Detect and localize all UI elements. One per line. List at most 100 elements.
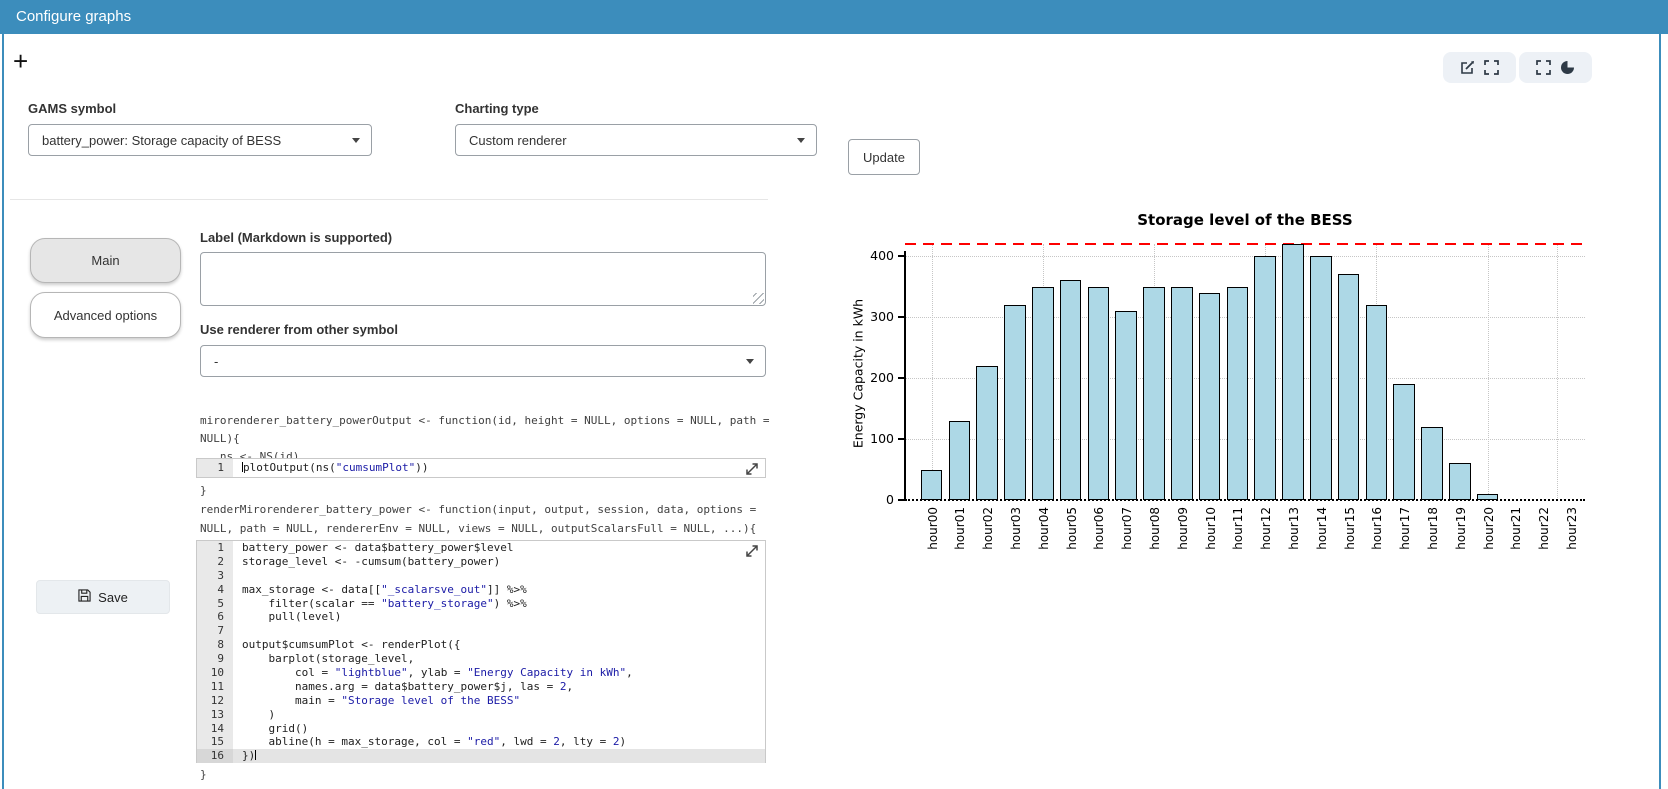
x-tick-label-hour02: hour02 bbox=[981, 507, 995, 550]
code-text[interactable]: max_storage <- data[["_scalarsve_out"]] … bbox=[233, 583, 765, 597]
line-number: 12 bbox=[197, 694, 233, 708]
bar-hour05 bbox=[1060, 280, 1082, 500]
gams-symbol-select[interactable]: battery_power: Storage capacity of BESS bbox=[28, 124, 372, 156]
code-text[interactable] bbox=[233, 624, 765, 638]
edit-fullscreen-button[interactable] bbox=[1443, 52, 1516, 83]
update-button[interactable]: Update bbox=[848, 139, 920, 175]
x-tick-label-hour00: hour00 bbox=[926, 507, 940, 550]
editor-expand-icon[interactable] bbox=[745, 544, 759, 558]
label-textarea[interactable] bbox=[200, 252, 766, 306]
render-function-signature: renderMirorenderer_battery_power <- func… bbox=[200, 500, 756, 538]
editor-expand-icon[interactable] bbox=[745, 462, 759, 476]
charting-type-select[interactable]: Custom renderer bbox=[455, 124, 817, 156]
tab-main[interactable]: Main bbox=[30, 238, 181, 283]
code-text[interactable]: col = "lightblue", ylab = "Energy Capaci… bbox=[233, 666, 765, 680]
gams-symbol-value: battery_power: Storage capacity of BESS bbox=[42, 133, 281, 148]
line-number: 8 bbox=[197, 638, 233, 652]
h-gridline bbox=[905, 256, 1585, 257]
x-tick-label-hour13: hour13 bbox=[1287, 507, 1301, 550]
x-tick-label-hour14: hour14 bbox=[1315, 507, 1329, 550]
chart-fullscreen-button[interactable] bbox=[1519, 52, 1592, 83]
bar-hour00 bbox=[921, 470, 943, 501]
renderer-symbol-select[interactable]: - bbox=[200, 345, 766, 377]
editor-line-15: 15 abline(h = max_storage, col = "red", … bbox=[197, 735, 765, 749]
bar-hour12 bbox=[1254, 256, 1276, 500]
code-line: mirorenderer_battery_powerOutput <- func… bbox=[200, 412, 770, 430]
code-text[interactable]: barplot(storage_level, bbox=[233, 652, 765, 666]
v-gridline bbox=[1488, 244, 1489, 500]
bar-hour18 bbox=[1421, 427, 1443, 500]
x-tick-label-hour05: hour05 bbox=[1065, 507, 1079, 550]
line-number: 11 bbox=[197, 680, 233, 694]
resize-grip-icon[interactable] bbox=[753, 293, 764, 304]
editor-line-16: 16}) bbox=[197, 749, 765, 763]
code-text[interactable] bbox=[233, 569, 765, 583]
code-text[interactable]: ) bbox=[233, 708, 765, 722]
code-text[interactable]: abline(h = max_storage, col = "red", lwd… bbox=[233, 735, 765, 749]
add-graph-button[interactable]: + bbox=[13, 48, 28, 74]
bar-hour08 bbox=[1143, 287, 1165, 501]
bar-hour03 bbox=[1004, 305, 1026, 500]
code-text[interactable]: }) bbox=[233, 749, 765, 763]
code-text[interactable]: battery_power <- data$battery_power$leve… bbox=[233, 541, 765, 555]
code-text[interactable]: output$cumsumPlot <- renderPlot({ bbox=[233, 638, 765, 652]
x-tick-label-hour04: hour04 bbox=[1037, 507, 1051, 550]
output-code-editor[interactable]: 1plotOutput(ns("cumsumPlot")) bbox=[196, 458, 766, 478]
code-text[interactable]: pull(level) bbox=[233, 610, 765, 624]
x-tick-label-hour09: hour09 bbox=[1176, 507, 1190, 550]
editor-line-1: 1plotOutput(ns("cumsumPlot")) bbox=[197, 459, 765, 477]
v-gridline bbox=[1557, 244, 1558, 500]
edit-icon bbox=[1460, 60, 1475, 75]
editor-line-8: 8output$cumsumPlot <- renderPlot({ bbox=[197, 638, 765, 652]
floppy-icon bbox=[78, 589, 91, 605]
x-tick-label-hour03: hour03 bbox=[1009, 507, 1023, 550]
code-text[interactable]: main = "Storage level of the BESS" bbox=[233, 694, 765, 708]
toolbar-button-group bbox=[1443, 52, 1592, 83]
code-line: NULL, path = NULL, rendererEnv = NULL, v… bbox=[200, 519, 756, 538]
code-line: } bbox=[200, 766, 207, 784]
line-number: 2 bbox=[197, 555, 233, 569]
charting-type-label: Charting type bbox=[455, 101, 539, 116]
dialog-border-right bbox=[1659, 34, 1661, 789]
code-text[interactable]: storage_level <- -cumsum(battery_power) bbox=[233, 555, 765, 569]
y-tick bbox=[898, 316, 904, 318]
bar-hour04 bbox=[1032, 287, 1054, 501]
v-gridline bbox=[932, 244, 933, 500]
output-function-close: } bbox=[200, 482, 207, 500]
dialog-border-left bbox=[2, 34, 4, 789]
chevron-down-icon bbox=[746, 359, 754, 364]
line-number: 3 bbox=[197, 569, 233, 583]
chevron-down-icon bbox=[352, 138, 360, 143]
line-number: 1 bbox=[197, 541, 233, 555]
save-button-label: Save bbox=[98, 590, 128, 605]
line-number: 14 bbox=[197, 722, 233, 736]
code-line: renderMirorenderer_battery_power <- func… bbox=[200, 500, 756, 519]
code-text[interactable]: grid() bbox=[233, 722, 765, 736]
bar-hour13 bbox=[1282, 244, 1304, 500]
code-text[interactable]: plotOutput(ns("cumsumPlot")) bbox=[233, 459, 765, 477]
chart-title: Storage level of the BESS bbox=[905, 211, 1585, 229]
render-function-close: } bbox=[200, 766, 207, 784]
label-field-label: Label (Markdown is supported) bbox=[200, 230, 392, 245]
x-tick-label-hour11: hour11 bbox=[1231, 507, 1245, 550]
line-number: 7 bbox=[197, 624, 233, 638]
line-number: 13 bbox=[197, 708, 233, 722]
y-axis-line bbox=[904, 251, 906, 501]
editor-line-3: 3 bbox=[197, 569, 765, 583]
editor-line-7: 7 bbox=[197, 624, 765, 638]
save-button[interactable]: Save bbox=[36, 580, 170, 614]
editor-line-5: 5 filter(scalar == "battery_storage") %>… bbox=[197, 597, 765, 611]
gams-symbol-label: GAMS symbol bbox=[28, 101, 116, 116]
expand-icon bbox=[1536, 60, 1551, 75]
code-text[interactable]: filter(scalar == "battery_storage") %>% bbox=[233, 597, 765, 611]
code-line: } bbox=[200, 482, 207, 500]
editor-line-12: 12 main = "Storage level of the BESS" bbox=[197, 694, 765, 708]
editor-line-4: 4max_storage <- data[["_scalarsve_out"]]… bbox=[197, 583, 765, 597]
bar-hour06 bbox=[1088, 287, 1110, 501]
y-tick bbox=[898, 255, 904, 257]
tab-advanced-options[interactable]: Advanced options bbox=[30, 292, 181, 338]
line-number: 16 bbox=[197, 749, 233, 763]
render-code-editor[interactable]: 1battery_power <- data$battery_power$lev… bbox=[196, 540, 766, 763]
code-text[interactable]: names.arg = data$battery_power$j, las = … bbox=[233, 680, 765, 694]
chevron-down-icon bbox=[797, 138, 805, 143]
